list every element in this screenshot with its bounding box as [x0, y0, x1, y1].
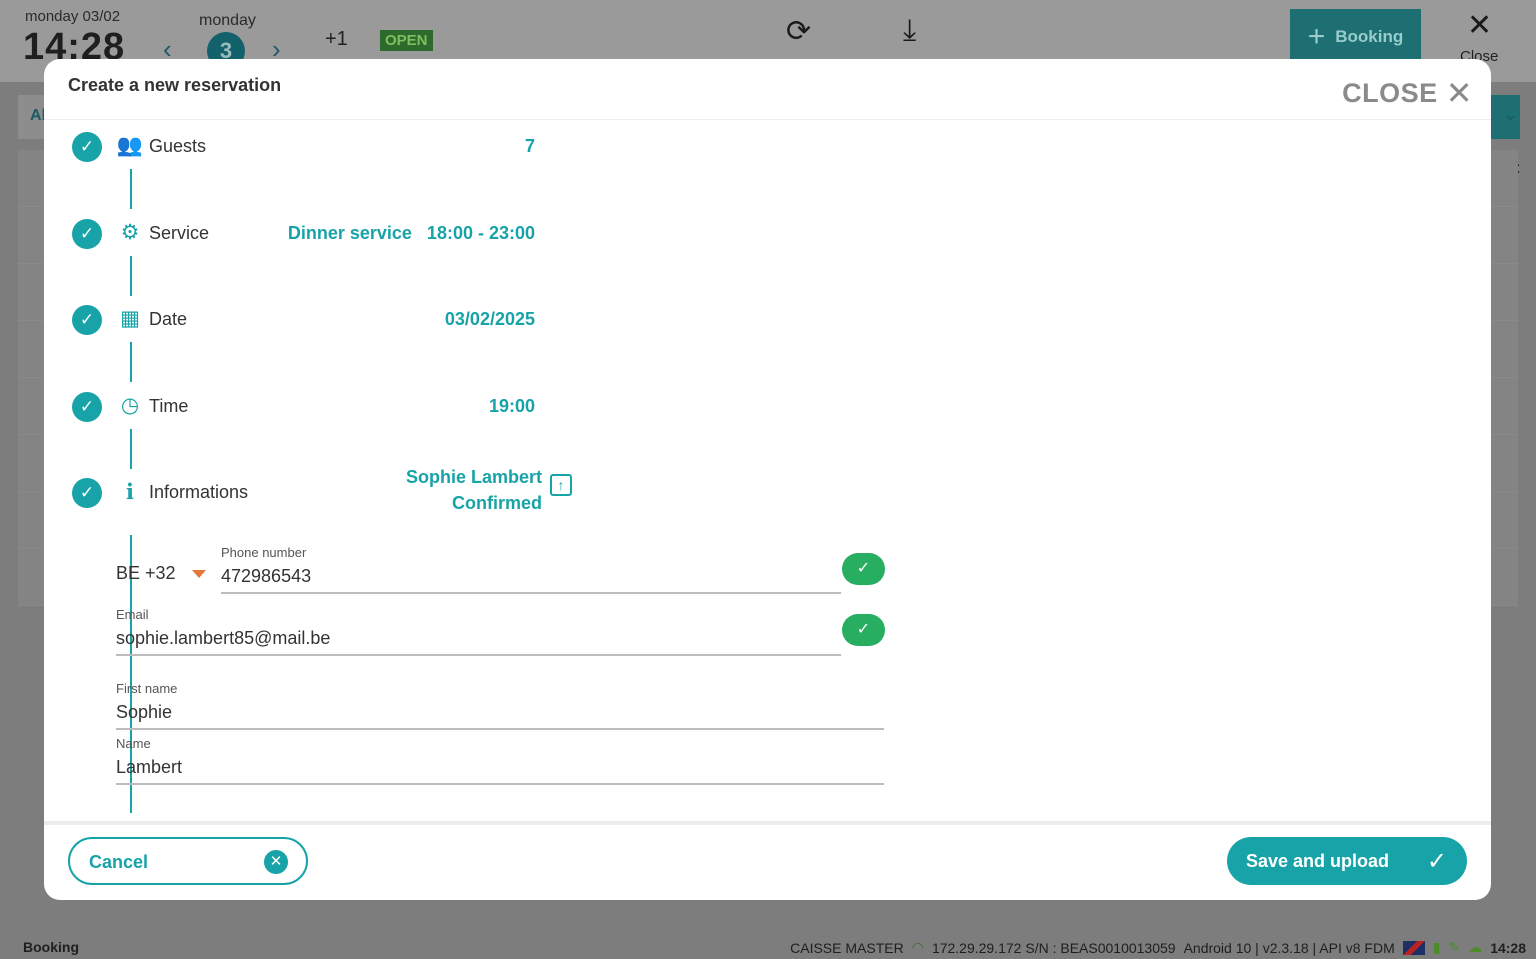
cloud-icon: ☁ [1468, 939, 1483, 955]
open-external-icon[interactable]: ↑ [550, 474, 572, 496]
database-icon: ▮ [1432, 939, 1441, 955]
info-icon: i [126, 479, 134, 504]
uk-flag-icon[interactable] [1402, 940, 1425, 955]
gears-icon: ⚙ [120, 221, 140, 244]
wifi-icon: ◠ [911, 939, 924, 955]
info-summary: Sophie Lambert Confirmed [406, 464, 542, 516]
step-time[interactable]: ✓ ◷ Time 19:00 [72, 392, 572, 432]
guests-icon: 👥 [116, 134, 144, 157]
email-valid-icon: ✓ [842, 614, 885, 646]
clock-icon: ◷ [120, 394, 140, 417]
step-informations[interactable]: ✓ i Informations Sophie Lambert Confirme… [72, 467, 572, 518]
check-icon: ✓ [72, 392, 102, 422]
step-label: Guests [149, 136, 207, 156]
cancel-button[interactable]: Cancel ✕ [68, 837, 308, 885]
ip-serial-label: 172.29.29.172 S/N : BEAS0010013059 [931, 939, 1176, 956]
phone-input[interactable]: 472986543 [221, 566, 841, 590]
guest-name-value: Sophie Lambert [405, 467, 542, 487]
step-value: 7 [524, 136, 535, 156]
step-value: 03/02/2025 [444, 309, 535, 329]
footer-divider [44, 821, 1491, 825]
step-value: Dinner service 18:00 - 23:00 [287, 223, 535, 243]
step-label: Service [149, 223, 210, 243]
phone-label: Phone number [221, 545, 307, 560]
save-and-upload-button[interactable]: Save and upload ✓ [1227, 837, 1467, 885]
reservation-modal: Create a new reservation CLOSE ✕ ✓ 👥 Gue… [44, 59, 1491, 900]
check-icon: ✓ [1426, 848, 1447, 875]
phone-field[interactable]: Phone number 472986543 [221, 545, 841, 594]
check-icon: ✓ [72, 219, 102, 249]
close-icon: ✕ [1445, 75, 1473, 111]
plus-one-badge[interactable]: +1 [325, 28, 348, 51]
plus-icon: + [1307, 19, 1326, 53]
step-value: 19:00 [488, 396, 535, 416]
header-date: monday 03/02 [25, 8, 121, 25]
version-label: Android 10 | v2.3.18 | API v8 FDM [1183, 939, 1395, 956]
reservation-steps: ✓ 👥 Guests 7 ✓ ⚙ Service Dinner service … [44, 121, 1491, 813]
sync-icon: ✎ [1448, 939, 1461, 955]
header-day-name: monday [199, 12, 256, 29]
status-left-label: Booking [23, 939, 79, 955]
modal-close-button[interactable]: CLOSE ✕ [1342, 77, 1473, 109]
chevron-down-icon[interactable]: ⌄ [1503, 104, 1518, 125]
caisse-label: CAISSE MASTER [790, 939, 904, 956]
step-label: Date [149, 309, 188, 329]
step-connector [130, 256, 132, 296]
step-guests[interactable]: ✓ 👥 Guests 7 [72, 132, 572, 172]
status-time: 14:28 [1490, 939, 1526, 956]
phone-valid-icon: ✓ [842, 553, 885, 585]
email-label: Email [116, 607, 149, 622]
status-bar: Booking CAISSE MASTER ◠ 172.29.29.172 S/… [0, 932, 1536, 959]
first-name-label: First name [116, 681, 178, 696]
country-code-select[interactable]: BE +32 [116, 563, 206, 584]
check-icon: ✓ [72, 478, 102, 508]
open-status-badge: OPEN [380, 30, 433, 51]
refresh-icon[interactable]: ⟳ [786, 14, 811, 49]
name-label: Name [116, 736, 151, 751]
check-icon: ✓ [72, 305, 102, 335]
step-connector [130, 342, 132, 382]
step-label: Informations [149, 482, 249, 502]
email-input[interactable]: sophie.lambert85@mail.be [116, 628, 841, 652]
first-name-field[interactable]: First name Sophie [116, 681, 884, 730]
modal-title: Create a new reservation [68, 75, 282, 95]
header-divider [44, 119, 1491, 120]
new-booking-button[interactable]: + Booking [1290, 9, 1421, 64]
download-icon[interactable]: ⤓ [903, 14, 916, 48]
step-label: Time [149, 396, 189, 416]
step-connector [130, 429, 132, 469]
email-field[interactable]: Email sophie.lambert85@mail.be [116, 607, 841, 656]
step-connector [130, 169, 132, 209]
check-icon: ✓ [72, 132, 102, 162]
calendar-icon: ▦ [120, 307, 140, 330]
step-service[interactable]: ✓ ⚙ Service Dinner service 18:00 - 23:00 [72, 219, 572, 259]
app-close-icon[interactable]: ✕ [1467, 8, 1492, 43]
first-name-input[interactable]: Sophie [116, 702, 884, 726]
caret-down-icon [191, 570, 206, 579]
reservation-status-value: Confirmed [452, 493, 542, 513]
name-input[interactable]: Lambert [116, 757, 884, 781]
cancel-icon: ✕ [264, 850, 288, 874]
step-date[interactable]: ✓ ▦ Date 03/02/2025 [72, 305, 572, 345]
name-field[interactable]: Name Lambert [116, 736, 884, 785]
